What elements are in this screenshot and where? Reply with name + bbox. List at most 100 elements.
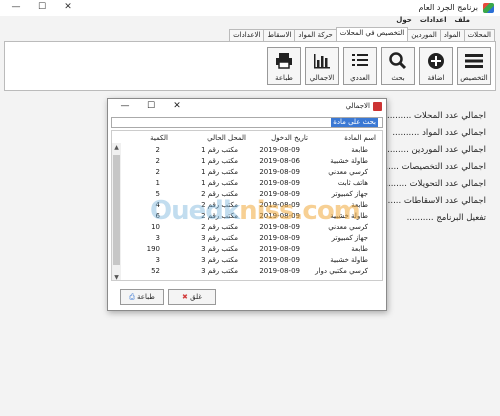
- tab-materials[interactable]: المواد: [439, 29, 465, 41]
- table-row[interactable]: كرسي مكتبي دوار 2019-08-09 مكتب رقم 3 52: [112, 267, 374, 278]
- cell-qty: 52: [151, 267, 160, 275]
- main-title-bar: — ☐ ✕ برنامج الجرد العام: [0, 0, 500, 16]
- table-row[interactable]: كرسي معدني 2019-08-09 مكتب رقم 1 2: [112, 168, 374, 179]
- search-button[interactable]: بحث: [381, 47, 415, 85]
- cell-name: كرسي مكتبي دوار: [315, 267, 368, 275]
- dialog-close-button[interactable]: ✖ غلق: [168, 289, 216, 305]
- cell-location: مكتب رقم 1: [201, 168, 238, 176]
- cell-date: 2019-08-09: [259, 234, 300, 242]
- cell-name: طاولة خشبية: [330, 157, 368, 165]
- materials-table: اسم المادة تاريخ الدخول المحل الحالي الك…: [111, 130, 383, 281]
- table-row[interactable]: جهاز كمبيوتر 2019-08-09 مكتب رقم 2 5: [112, 190, 374, 201]
- total-dialog: — ☐ ✕ الاجمالي بحث على مادة اسم المادة ت…: [107, 98, 387, 311]
- cell-location: مكتب رقم 1: [201, 179, 238, 187]
- tab-strip: المحلات المواد الموردين التخصيص في المحل…: [229, 27, 495, 41]
- printer-icon: ⎙: [129, 293, 135, 301]
- col-location-header[interactable]: المحل الحالي: [207, 134, 246, 142]
- cell-date: 2019-08-09: [259, 223, 300, 231]
- dialog-print-button[interactable]: ⎙ طباعة: [120, 289, 164, 305]
- col-name-header[interactable]: اسم المادة: [344, 134, 376, 142]
- cell-qty: 2: [155, 146, 160, 154]
- table-row[interactable]: جهاز كمبيوتر 2019-08-09 مكتب رقم 3 3: [112, 234, 374, 245]
- toolbar: التخصيص اضافة بحث العددي الاجمالي طباعة: [4, 41, 496, 91]
- dialog-title-bar: — ☐ ✕ الاجمالي: [108, 99, 386, 114]
- list-icon: [458, 51, 490, 73]
- table-row[interactable]: هاتف ثابت 2019-08-09 مكتب رقم 1 1: [112, 179, 374, 190]
- close-x-icon: ✖: [182, 293, 188, 301]
- cell-date: 2019-08-09: [259, 245, 300, 253]
- cell-name: كرسي معدني: [328, 168, 368, 176]
- bar-chart-icon: [306, 51, 338, 73]
- cell-qty: 190: [146, 245, 160, 253]
- cell-name: جهاز كمبيوتر: [331, 190, 368, 198]
- scroll-thumb[interactable]: [113, 155, 120, 265]
- cell-name: جهاز كمبيوتر: [331, 234, 368, 242]
- minimize-button[interactable]: —: [8, 1, 24, 14]
- table-row[interactable]: طابعة 2019-08-09 مكتب رقم 3 190: [112, 245, 374, 256]
- cell-qty: 4: [155, 201, 160, 209]
- tab-assignment[interactable]: التخصيص في المحلات: [335, 27, 409, 41]
- scroll-down-arrow[interactable]: ▼: [112, 273, 121, 280]
- dialog-minimize-button[interactable]: —: [118, 100, 132, 113]
- tab-suppliers[interactable]: الموردين: [407, 29, 441, 41]
- table-row[interactable]: طابعة 2019-08-09 مكتب رقم 2 4: [112, 201, 374, 212]
- maximize-button[interactable]: ☐: [34, 1, 50, 14]
- cell-qty: 10: [151, 223, 160, 231]
- cell-location: مكتب رقم 2: [201, 212, 238, 220]
- scroll-up-arrow[interactable]: ▲: [112, 143, 121, 152]
- cell-name: طابعة: [351, 245, 368, 253]
- table-row[interactable]: طاولة خشبية 2019-08-09 مكتب رقم 3 3: [112, 256, 374, 267]
- dialog-title: الاجمالي: [345, 102, 370, 110]
- table-row[interactable]: كرسي معدني 2019-08-09 مكتب رقم 2 10: [112, 223, 374, 234]
- cell-qty: 2: [155, 157, 160, 165]
- table-header: اسم المادة تاريخ الدخول المحل الحالي الك…: [112, 134, 382, 144]
- cell-location: مكتب رقم 1: [201, 146, 238, 154]
- dialog-close-x-button[interactable]: ✕: [170, 100, 184, 113]
- add-button[interactable]: اضافة: [419, 47, 453, 85]
- cell-name: هاتف ثابت: [337, 179, 368, 187]
- cell-qty: 3: [155, 256, 160, 264]
- cell-date: 2019-08-09: [259, 190, 300, 198]
- assign-button[interactable]: التخصيص: [457, 47, 491, 85]
- printer-icon: [268, 51, 300, 73]
- close-button[interactable]: ✕: [60, 1, 76, 14]
- table-row[interactable]: طاولة خشبية 2019-08-09 مكتب رقم 2 6: [112, 212, 374, 223]
- window-title: برنامج الجرد العام: [418, 3, 478, 12]
- cell-date: 2019-08-09: [259, 201, 300, 209]
- plus-circle-icon: [420, 51, 452, 73]
- cell-location: مكتب رقم 2: [201, 201, 238, 209]
- tab-disposal[interactable]: الاسقاط: [263, 29, 296, 41]
- cell-date: 2019-08-09: [259, 267, 300, 275]
- menu-file[interactable]: ملف: [454, 16, 470, 28]
- cell-location: مكتب رقم 1: [201, 157, 238, 165]
- cell-date: 2019-08-06: [259, 157, 300, 165]
- cell-name: طاولة خشبية: [330, 212, 368, 220]
- dialog-maximize-button[interactable]: ☐: [144, 100, 158, 113]
- cell-name: طاولة خشبية: [330, 256, 368, 264]
- cell-date: 2019-08-09: [259, 179, 300, 187]
- tab-movement[interactable]: حركة المواد: [294, 29, 337, 41]
- dialog-app-icon: [373, 102, 382, 111]
- table-scrollbar[interactable]: ▲ ▼: [112, 143, 121, 280]
- cell-location: مكتب رقم 3: [201, 245, 238, 253]
- total-button[interactable]: الاجمالي: [305, 47, 339, 85]
- cell-date: 2019-08-09: [259, 212, 300, 220]
- cell-qty: 6: [155, 212, 160, 220]
- app-icon: [483, 3, 494, 13]
- cell-location: مكتب رقم 3: [201, 267, 238, 275]
- cell-name: كرسي معدني: [328, 223, 368, 231]
- cell-location: مكتب رقم 3: [201, 234, 238, 242]
- print-button[interactable]: طباعة: [267, 47, 301, 85]
- search-selected-text: بحث على مادة: [331, 118, 378, 127]
- col-date-header[interactable]: تاريخ الدخول: [271, 134, 308, 142]
- table-row[interactable]: طابعة 2019-08-09 مكتب رقم 1 2: [112, 146, 374, 157]
- cell-location: مكتب رقم 2: [201, 223, 238, 231]
- tab-settings[interactable]: الاعدادات: [229, 29, 265, 41]
- cell-qty: 1: [155, 179, 160, 187]
- menu-settings[interactable]: اعدادات: [420, 16, 447, 28]
- tab-shops[interactable]: المحلات: [463, 29, 495, 41]
- cell-date: 2019-08-09: [259, 168, 300, 176]
- col-qty-header[interactable]: الكمية: [150, 134, 168, 142]
- table-row[interactable]: طاولة خشبية 2019-08-06 مكتب رقم 1 2: [112, 157, 374, 168]
- numeric-button[interactable]: العددي: [343, 47, 377, 85]
